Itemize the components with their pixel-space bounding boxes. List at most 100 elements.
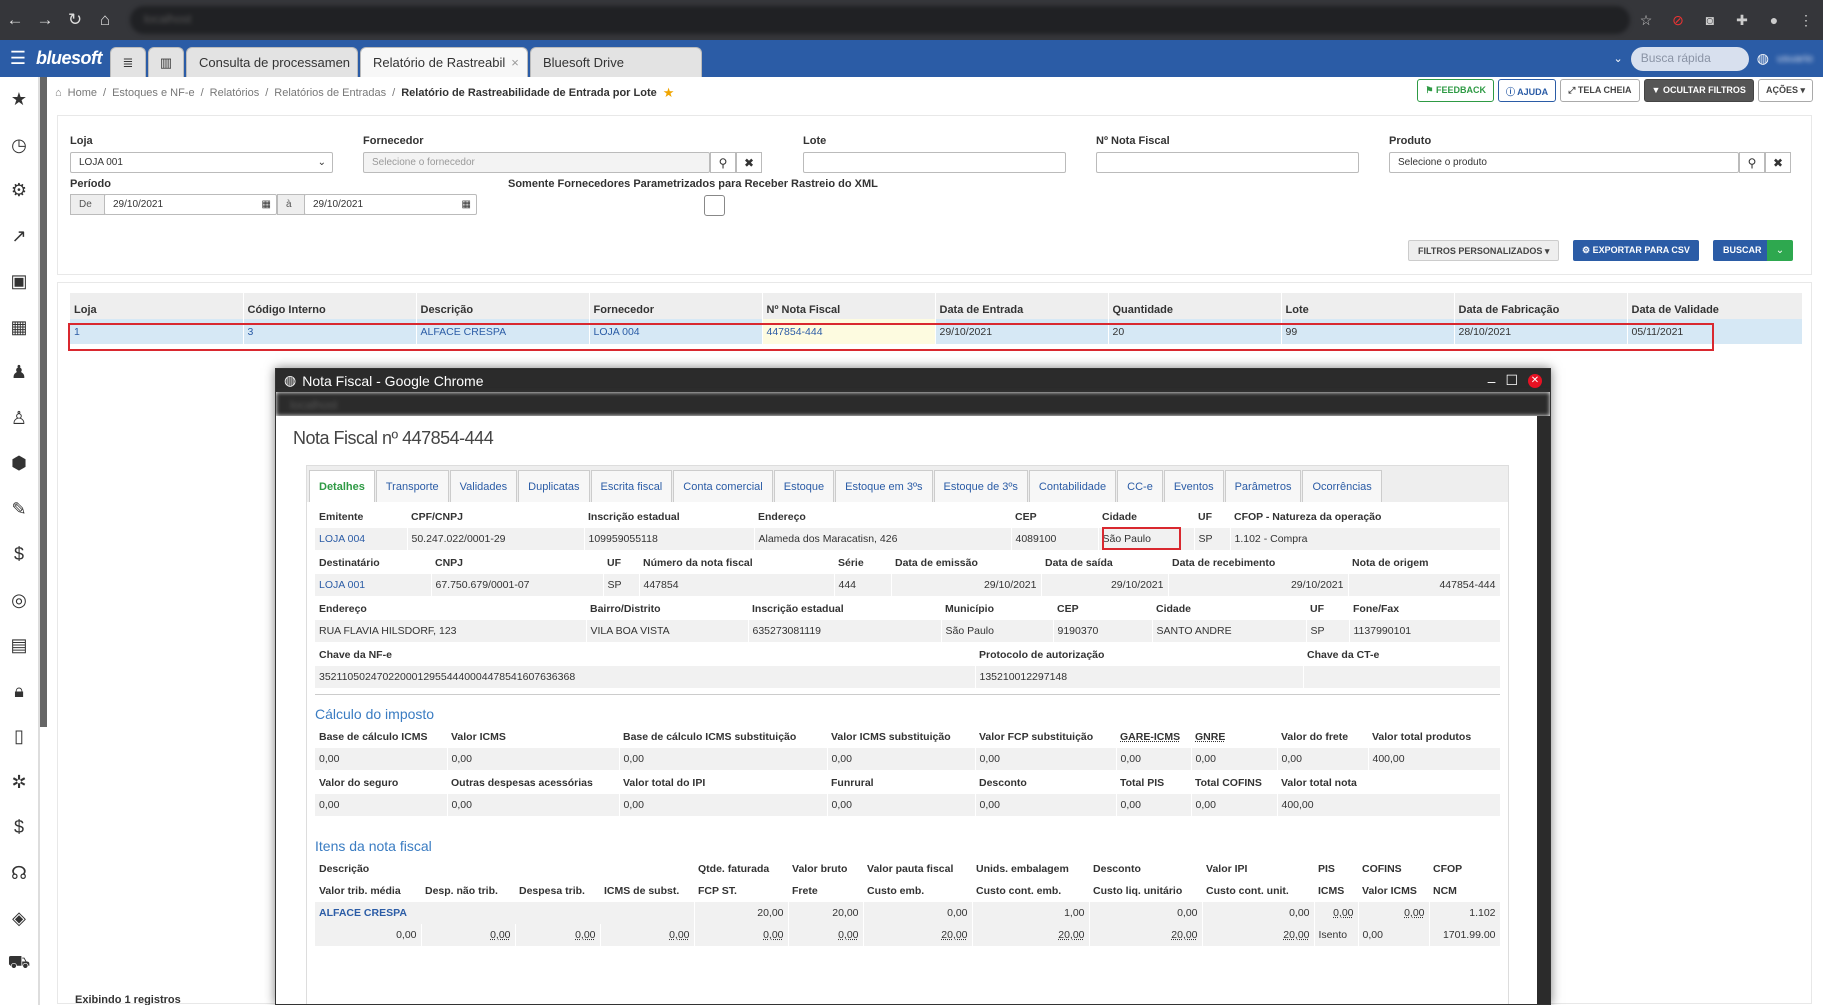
tab-eventos[interactable]: Eventos (1163, 470, 1224, 502)
table-row[interactable]: 1 3 ALFACE CRESPA LOJA 004 447854-444 29… (70, 319, 1803, 344)
breadcrumb-item[interactable]: Home (68, 87, 97, 99)
table-cell[interactable]: 3 (243, 319, 417, 344)
tab-duplicatas[interactable]: Duplicatas (518, 470, 590, 502)
sidebar-scrollbar[interactable] (40, 77, 47, 727)
search-icon[interactable]: ⚲ (1739, 152, 1765, 173)
breadcrumb-item[interactable]: Estoques e NF-e (112, 87, 195, 99)
bookmark-star-icon[interactable]: ☆ (1630, 12, 1662, 29)
lock-icon[interactable]: 🔒︎ (0, 669, 38, 715)
tab-relatorio[interactable]: Relatório de Rastreabil × (360, 47, 528, 77)
chevron-down-icon[interactable]: ⌄ (1613, 52, 1622, 65)
table-cell[interactable]: LOJA 004 (589, 319, 763, 344)
column-header[interactable]: Lote (1281, 293, 1455, 319)
search-button[interactable]: BUSCAR (1713, 240, 1772, 261)
somente-checkbox[interactable] (704, 195, 725, 216)
reload-icon[interactable]: ↻ (60, 10, 90, 30)
user-name[interactable]: usuario (1777, 53, 1813, 65)
tab-escrita-fiscal[interactable]: Escrita fiscal (590, 470, 673, 502)
more-icon[interactable]: ⋮ (1790, 12, 1822, 29)
globe-icon[interactable]: ◍ (1757, 50, 1769, 67)
actions-button[interactable]: AÇÕES ▾ (1757, 79, 1813, 102)
tab-parametros[interactable]: Parâmetros (1224, 470, 1302, 502)
extension-icon[interactable]: ⊘ (1662, 12, 1694, 29)
tab-consulta[interactable]: Consulta de processamen (186, 47, 358, 77)
tab-detalhes[interactable]: Detalhes (309, 470, 375, 502)
feedback-button[interactable]: ⚑ FEEDBACK (1417, 79, 1494, 102)
headset-icon[interactable]: ☊ (0, 851, 38, 897)
breadcrumb-item[interactable]: Relatórios de Entradas (274, 87, 386, 99)
cogs-icon[interactable]: ✲ (0, 760, 38, 806)
emitente-link[interactable]: LOJA 004 (315, 528, 408, 550)
globe-icon[interactable]: ◎ (0, 578, 38, 624)
cart-icon[interactable]: ⛟ (0, 942, 38, 988)
camera-icon[interactable]: ◙ (1694, 12, 1726, 28)
custom-filters-button[interactable]: FILTROS PERSONALIZADOS ▾ (1408, 240, 1560, 261)
star-icon[interactable]: ★ (0, 77, 38, 123)
back-icon[interactable]: ← (0, 10, 30, 30)
tab-conta-comercial[interactable]: Conta comercial (673, 470, 773, 502)
tab-transporte[interactable]: Transporte (375, 470, 449, 502)
hamburger-menu-icon[interactable]: ☰ (0, 48, 36, 69)
maximize-icon[interactable]: ☐ (1505, 372, 1518, 389)
profile-avatar[interactable]: ● (1758, 12, 1790, 28)
table-cell[interactable]: ALFACE CRESPA (416, 319, 590, 344)
loja-select[interactable]: LOJA 001 ⌄ (70, 152, 333, 173)
table-cell[interactable]: 447854-444 (762, 319, 936, 344)
hide-filters-button[interactable]: ▼ OCULTAR FILTROS (1643, 79, 1754, 102)
date-from-input[interactable]: 29/10/2021 ▦ (104, 194, 277, 215)
column-header[interactable]: Quantidade (1108, 293, 1282, 319)
tab-drive[interactable]: Bluesoft Drive (530, 47, 702, 77)
breadcrumb-item[interactable]: Relatórios (210, 87, 260, 99)
column-header[interactable]: Loja (70, 293, 244, 319)
forward-icon[interactable]: → (30, 10, 60, 30)
export-csv-button[interactable]: ⚙ EXPORTAR PARA CSV (1573, 240, 1699, 261)
produto-input[interactable]: Selecione o produto (1389, 152, 1739, 173)
tab-contabilidade[interactable]: Contabilidade (1028, 470, 1117, 502)
tab-estoque-em-3[interactable]: Estoque em 3ºs (835, 470, 933, 502)
tab-chart-icon[interactable]: ▥ (148, 47, 184, 77)
column-header[interactable]: Descrição (416, 293, 590, 319)
clear-icon[interactable]: ✖ (736, 152, 762, 173)
puzzle-icon[interactable]: ✚ (1726, 12, 1758, 29)
tab-list-icon[interactable]: ≣ (110, 47, 146, 77)
tab-ocorrencias[interactable]: Ocorrências (1302, 470, 1382, 502)
cubes-icon[interactable]: ⬢ (0, 441, 38, 487)
person-icon[interactable]: ♙ (0, 396, 38, 442)
search-icon[interactable]: ⚲ (710, 152, 736, 173)
line-chart-icon[interactable]: ↗ (0, 214, 38, 260)
tab-cce[interactable]: CC-e (1117, 470, 1163, 502)
tab-estoque-de-3[interactable]: Estoque de 3ºs (933, 470, 1028, 502)
field-label[interactable]: GARE-ICMS (1116, 726, 1191, 748)
wrench-icon[interactable]: ✎ (0, 487, 38, 533)
destinatario-link[interactable]: LOJA 001 (315, 574, 432, 596)
tab-validades[interactable]: Validades (449, 470, 518, 502)
column-header[interactable]: Fornecedor (589, 293, 763, 319)
tab-estoque[interactable]: Estoque (773, 470, 835, 502)
close-icon[interactable]: ✕ (1528, 373, 1542, 388)
popup-scrollbar[interactable] (1537, 416, 1550, 1004)
date-to-input[interactable]: 29/10/2021 ▦ (304, 194, 477, 215)
fullscreen-button[interactable]: ⤢ TELA CHEIA (1560, 79, 1640, 102)
users-icon[interactable]: ♟ (0, 350, 38, 396)
column-header[interactable]: Data de Fabricação (1454, 293, 1628, 319)
fornecedor-input[interactable]: Selecione o fornecedor (363, 152, 710, 173)
clear-icon[interactable]: ✖ (1765, 152, 1791, 173)
clock-icon[interactable]: ◷ (0, 123, 38, 169)
table-cell[interactable]: 1 (70, 319, 244, 344)
lote-input[interactable] (803, 152, 1066, 173)
minimize-icon[interactable]: – (1488, 373, 1496, 389)
quick-search-input[interactable]: Busca rápida (1630, 46, 1749, 71)
dollar-icon[interactable]: $ (0, 532, 38, 578)
column-header[interactable]: Data de Entrada (935, 293, 1109, 319)
item-description-link[interactable]: ALFACE CRESPA (315, 902, 695, 924)
gear-icon[interactable]: ⚙ (0, 168, 38, 214)
favorite-star-icon[interactable]: ★ (663, 85, 675, 101)
column-header[interactable]: Código Interno (243, 293, 417, 319)
building-icon[interactable]: ▯ (0, 714, 38, 760)
nf-input[interactable] (1096, 152, 1359, 173)
chevron-down-icon[interactable]: ⌄ (1767, 240, 1793, 261)
dollar-icon[interactable]: $ (0, 805, 38, 851)
column-header[interactable]: Nº Nota Fiscal (762, 293, 936, 319)
address-bar[interactable]: localhost (130, 6, 1630, 34)
briefcase-icon[interactable]: ▣ (0, 259, 38, 305)
